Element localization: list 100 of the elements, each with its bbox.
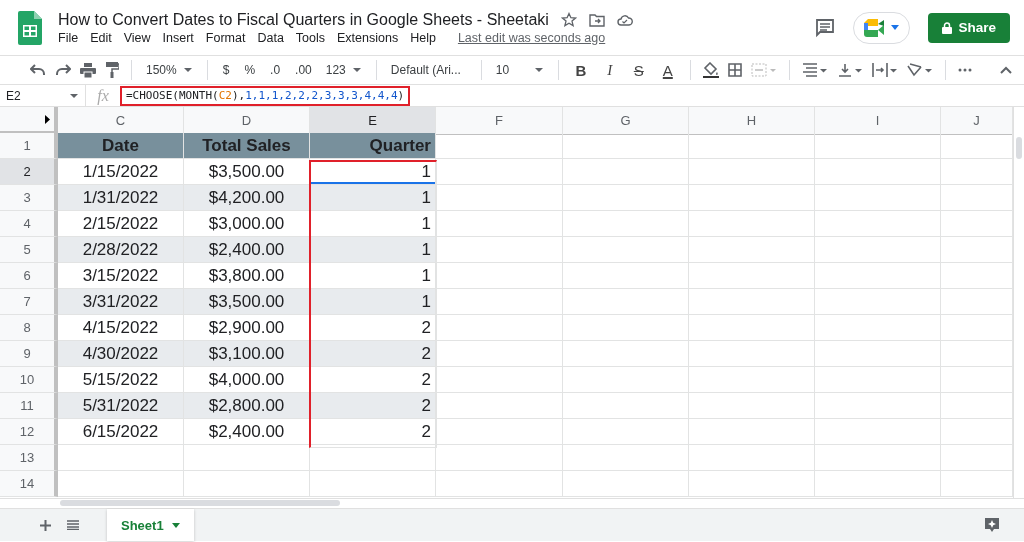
number-format-dropdown[interactable]: 123: [323, 63, 364, 77]
column-header[interactable]: J: [941, 107, 1013, 135]
column-header[interactable]: G: [563, 107, 689, 135]
row-number[interactable]: 5: [0, 237, 58, 263]
format-button[interactable]: %: [241, 63, 259, 77]
share-button[interactable]: Share: [928, 12, 1010, 43]
folder-icon[interactable]: [588, 12, 605, 27]
row-number[interactable]: 11: [0, 393, 58, 419]
row-number[interactable]: 12: [0, 419, 58, 445]
column-title: Total Sales: [184, 133, 310, 159]
table-cell: $3,100.00: [184, 341, 310, 367]
last-edit-link[interactable]: Last edit was seconds ago: [457, 30, 606, 45]
column-title: Quarter: [310, 133, 436, 159]
caret-icon: [891, 25, 900, 30]
scrollbar-thumb[interactable]: [60, 500, 340, 506]
menu-item[interactable]: Data: [257, 30, 284, 45]
strikethrough-button[interactable]: S: [628, 61, 649, 79]
row-number[interactable]: 8: [0, 315, 58, 341]
lock-icon: [942, 21, 953, 34]
scrollbar-thumb[interactable]: [1016, 137, 1022, 159]
caret-icon[interactable]: [351, 67, 362, 73]
table-cell: 2: [310, 341, 436, 367]
column-header[interactable]: H: [689, 107, 815, 135]
select-all-icon[interactable]: [45, 114, 50, 124]
document-title[interactable]: How to Convert Dates to Fiscal Quarters in Google Sheets - Sheetaki: [58, 10, 549, 29]
row-number[interactable]: 7: [0, 289, 58, 315]
caret-icon[interactable]: [533, 67, 544, 73]
undo-icon[interactable]: [30, 64, 46, 76]
italic-button[interactable]: I: [599, 61, 620, 79]
align-icon[interactable]: [801, 63, 828, 77]
name-box[interactable]: E2: [0, 85, 86, 106]
font-dropdown[interactable]: Default (Ari...: [388, 63, 469, 77]
format-button[interactable]: .00: [292, 63, 315, 77]
row-number[interactable]: 10: [0, 367, 58, 393]
cloud-icon[interactable]: [616, 13, 633, 26]
sheets-logo-icon[interactable]: [18, 10, 42, 45]
caret-icon: [171, 522, 180, 528]
print-icon[interactable]: [80, 62, 96, 78]
column-header[interactable]: F: [436, 107, 563, 135]
text-rotation-icon[interactable]: [906, 63, 933, 77]
format-button[interactable]: .0: [267, 63, 284, 77]
menu-item[interactable]: Edit: [90, 30, 112, 45]
function-label: fx: [96, 86, 110, 105]
column-title: Date: [58, 133, 184, 159]
table-cell: 1: [310, 237, 436, 263]
menu-item[interactable]: Format: [205, 30, 246, 45]
table-cell: 1: [310, 185, 436, 211]
table-cell: 5/31/2022: [58, 393, 184, 419]
column-header[interactable]: D: [184, 107, 310, 135]
sheet-tab[interactable]: Sheet1: [107, 509, 194, 541]
table-cell: $2,400.00: [184, 419, 310, 445]
row-number[interactable]: 1: [0, 133, 58, 159]
paint-format-icon[interactable]: [105, 62, 119, 78]
menu-item[interactable]: Help: [410, 30, 436, 45]
menu-item[interactable]: View: [123, 30, 151, 45]
row-number[interactable]: 3: [0, 185, 58, 211]
caret-icon[interactable]: [69, 92, 79, 99]
merge-cells-icon[interactable]: [750, 63, 777, 77]
row-number[interactable]: 6: [0, 263, 58, 289]
row-number[interactable]: 9: [0, 341, 58, 367]
table-cell: $2,400.00: [184, 237, 310, 263]
bold-button[interactable]: B: [570, 61, 591, 79]
table-cell: 1/31/2022: [58, 185, 184, 211]
table-cell: 4/30/2022: [58, 341, 184, 367]
comment-icon[interactable]: [815, 17, 836, 38]
formula-field[interactable]: =CHOOSE(MONTH(C2),1,1,1,2,2,2,3,3,3,4,4,4): [120, 85, 411, 106]
table-cell: 2: [310, 419, 436, 445]
column-header[interactable]: C: [58, 107, 184, 135]
redo-icon[interactable]: [55, 64, 71, 76]
format-button[interactable]: $: [219, 63, 233, 77]
borders-icon[interactable]: [727, 63, 742, 77]
zoom-dropdown[interactable]: 150%: [144, 63, 195, 77]
vertical-align-icon[interactable]: [836, 63, 863, 77]
table-cell: 1: [310, 289, 436, 315]
table-cell: $3,500.00: [184, 289, 310, 315]
column-header[interactable]: I: [815, 107, 941, 135]
fill-color-icon[interactable]: [702, 62, 719, 78]
menu-item[interactable]: File: [58, 30, 79, 45]
table-cell: 2: [310, 393, 436, 419]
caret-icon[interactable]: [182, 67, 193, 73]
menu-item[interactable]: Extensions: [337, 30, 399, 45]
text-color-button[interactable]: A: [657, 61, 678, 79]
row-number[interactable]: 4: [0, 211, 58, 237]
row-number[interactable]: 14: [0, 471, 58, 497]
text-wrap-icon[interactable]: [871, 63, 898, 77]
row-number[interactable]: 2: [0, 159, 58, 185]
table-cell: 3/31/2022: [58, 289, 184, 315]
row-number[interactable]: 13: [0, 445, 58, 471]
font-size-dropdown[interactable]: 10: [493, 63, 546, 77]
more-icon[interactable]: [957, 68, 972, 72]
add-sheet-icon[interactable]: [40, 519, 51, 531]
explore-icon[interactable]: [984, 517, 1000, 533]
table-cell: 6/15/2022: [58, 419, 184, 445]
menu-item[interactable]: Tools: [295, 30, 326, 45]
collapse-icon[interactable]: [1000, 66, 1012, 74]
menu-item[interactable]: Insert: [162, 30, 194, 45]
table-cell: $2,800.00: [184, 393, 310, 419]
star-icon[interactable]: [560, 11, 577, 28]
column-header[interactable]: E: [310, 107, 436, 135]
sheet-list-icon[interactable]: [67, 520, 79, 530]
